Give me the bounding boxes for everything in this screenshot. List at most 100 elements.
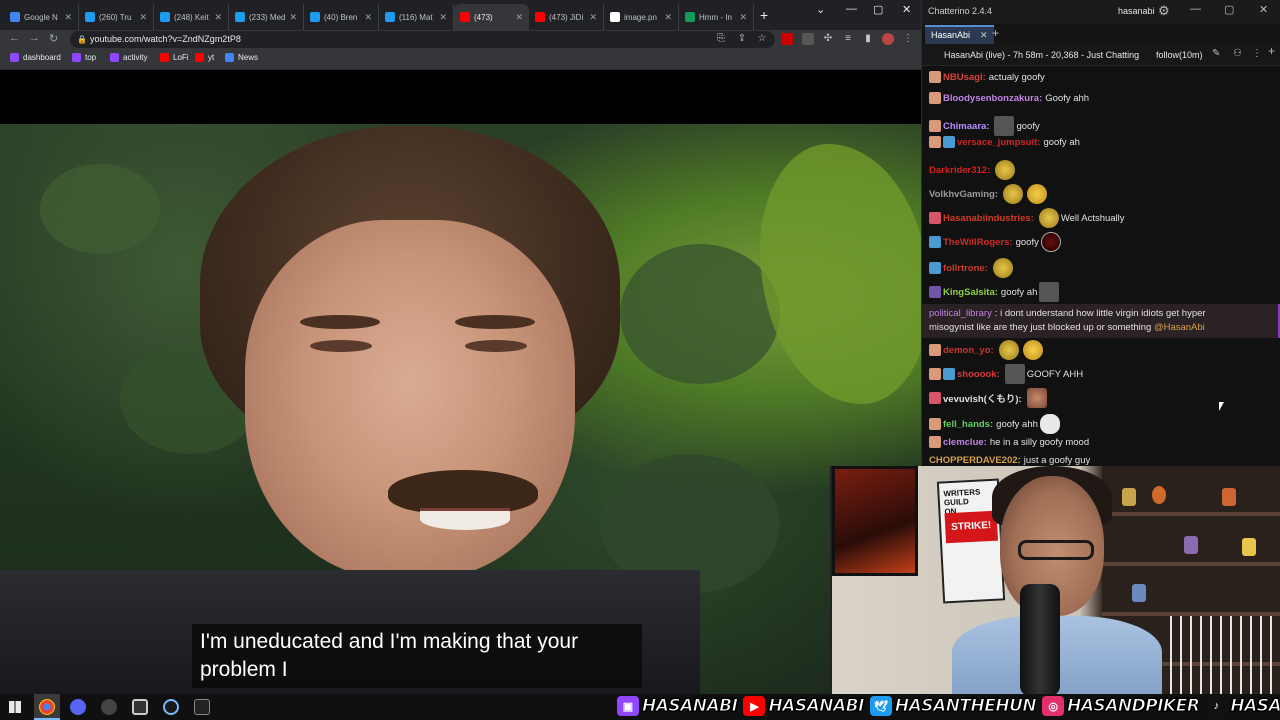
chat-message[interactable]: KingSalsita: goofy ah <box>929 282 1061 302</box>
close-tab-icon[interactable]: ✕ <box>980 30 988 40</box>
close-window-icon[interactable]: ✕ <box>1259 3 1268 16</box>
chat-message[interactable]: NBUsagi: actualy goofy <box>929 71 1045 83</box>
emote-icon[interactable] <box>1026 184 1047 204</box>
username[interactable]: demon_yo: <box>943 345 994 356</box>
chat-badge-icon[interactable] <box>929 368 941 380</box>
close-window-icon[interactable]: ✕ <box>902 3 911 16</box>
extension-icon[interactable] <box>802 33 814 45</box>
bookmark-item[interactable]: yt <box>195 53 214 62</box>
username[interactable]: Darkrider312: <box>929 165 990 176</box>
username[interactable]: KingSalsita: <box>943 287 998 298</box>
chat-message[interactable]: vevuvish(くもり): <box>929 388 1049 408</box>
chat-message[interactable]: follrtrone: <box>929 258 1015 278</box>
chat-message[interactable]: demon_yo: <box>929 340 1045 360</box>
chat-message[interactable]: TheWillRogers: goofy <box>929 232 1063 252</box>
reload-icon[interactable]: ↻ <box>49 32 58 45</box>
chat-badge-icon[interactable] <box>929 136 941 148</box>
new-tab-button[interactable]: + <box>760 7 768 23</box>
chat-badge-icon[interactable] <box>943 368 955 380</box>
emote-icon[interactable] <box>1022 340 1043 360</box>
extensions-puzzle-icon[interactable]: ✣ <box>822 33 834 45</box>
close-tab-icon[interactable]: ✕ <box>64 12 72 23</box>
chat-badge-icon[interactable] <box>929 418 941 430</box>
chat-badge-icon[interactable] <box>929 92 941 104</box>
chat-badge-icon[interactable] <box>929 262 941 274</box>
close-tab-icon[interactable]: ✕ <box>289 12 297 23</box>
mention[interactable]: @HasanAbi <box>1154 322 1205 333</box>
emote-icon[interactable] <box>1004 364 1025 384</box>
emote-icon[interactable] <box>994 116 1015 136</box>
extension-icon[interactable] <box>781 33 793 45</box>
emote-icon[interactable] <box>1002 184 1023 204</box>
chat-badge-icon[interactable] <box>929 71 941 83</box>
browser-tab[interactable]: image.pn ✕ <box>604 4 679 30</box>
chat-badge-icon[interactable] <box>929 436 941 448</box>
emote-icon[interactable] <box>1039 282 1060 302</box>
emote-icon[interactable] <box>1038 208 1059 228</box>
username[interactable]: Bloodysenbonzakura: <box>943 93 1042 104</box>
gear-icon[interactable]: ⚙ <box>1158 3 1170 19</box>
discord-icon[interactable] <box>70 699 86 715</box>
back-icon[interactable]: ← <box>9 32 20 44</box>
account-name[interactable]: hasanabi <box>1118 6 1155 16</box>
minimize-icon[interactable]: — <box>1190 3 1201 15</box>
close-tab-icon[interactable]: ✕ <box>439 12 447 23</box>
chat-badge-icon[interactable] <box>929 236 941 248</box>
chat-message[interactable]: Darkrider312: <box>929 160 1017 180</box>
chat-badge-icon[interactable] <box>929 286 941 298</box>
edit-icon[interactable]: ✎ <box>1212 48 1220 59</box>
moderation-icon[interactable]: ⚇ <box>1233 48 1242 59</box>
chat-message[interactable]: CHOPPERDAVE202: just a goofy guy <box>929 455 1090 466</box>
chatterino-icon[interactable] <box>163 699 179 715</box>
media-control-icon[interactable]: ≡ <box>842 33 854 45</box>
browser-tab[interactable]: (248) Keit ✕ <box>154 4 229 30</box>
browser-tab[interactable]: (260) Tru ✕ <box>79 4 154 30</box>
username[interactable]: vevuvish(くもり): <box>943 391 1022 405</box>
maximize-icon[interactable]: ▢ <box>873 3 883 16</box>
username[interactable]: political_library <box>929 308 992 319</box>
close-tab-icon[interactable]: ✕ <box>515 12 523 23</box>
emote-icon[interactable] <box>1040 232 1061 252</box>
bookmark-item[interactable]: News <box>225 53 258 62</box>
chrome-menu-icon[interactable]: ⋮ <box>902 33 914 45</box>
bookmark-item[interactable]: LoFi <box>160 53 189 62</box>
follow-mode[interactable]: follow(10m) <box>1156 50 1203 60</box>
browser-tab[interactable]: Google N ✕ <box>4 4 79 30</box>
chat-messages[interactable]: political_library: i dont understand how… <box>922 66 1280 466</box>
username[interactable]: Hasanabiindustries: <box>943 213 1034 224</box>
username[interactable]: shooook: <box>957 369 1000 380</box>
chat-message[interactable]: versace_jumpsuit: goofy ah <box>929 136 1080 148</box>
emote-icon[interactable] <box>992 258 1013 278</box>
browser-tab[interactable]: Hmm - In ✕ <box>679 4 754 30</box>
username[interactable]: TheWillRogers: <box>943 237 1013 248</box>
chat-message[interactable]: VolkhvGaming: <box>929 184 1049 204</box>
chat-badge-icon[interactable] <box>929 344 941 356</box>
app-icon[interactable] <box>132 699 148 715</box>
tab-hasanabi[interactable]: HasanAbi ✕ <box>925 25 994 44</box>
username[interactable]: NBUsagi: <box>943 72 986 83</box>
chat-badge-icon[interactable] <box>943 136 955 148</box>
more-icon[interactable]: ⋮ <box>1252 48 1262 59</box>
browser-tab[interactable]: (40) Bren ✕ <box>304 4 379 30</box>
chat-message[interactable]: fell_hands: goofy ahh <box>929 414 1062 434</box>
username[interactable]: fell_hands: <box>943 419 993 430</box>
chat-message[interactable]: Chimaara: goofy <box>929 116 1040 136</box>
chat-badge-icon[interactable] <box>929 392 941 404</box>
username[interactable]: clemclue: <box>943 437 987 448</box>
cast-icon[interactable]: ⎘ <box>715 33 727 45</box>
bookmark-item[interactable]: top <box>72 53 96 62</box>
close-tab-icon[interactable]: ✕ <box>364 12 372 23</box>
username[interactable]: CHOPPERDAVE202: <box>929 455 1021 466</box>
chat-badge-icon[interactable] <box>929 120 941 132</box>
chat-badge-icon[interactable] <box>929 212 941 224</box>
chat-message[interactable]: Hasanabiindustries: Well Actshually <box>929 208 1125 228</box>
username[interactable]: Chimaara: <box>943 121 989 132</box>
close-tab-icon[interactable]: ✕ <box>214 12 222 23</box>
username[interactable]: versace_jumpsuit: <box>957 137 1040 148</box>
address-bar[interactable]: 🔒 youtube.com/watch?v=ZndNZgm2tP8 <box>70 31 775 48</box>
video-player[interactable]: I'm uneducated and I'm making that your … <box>0 70 921 694</box>
browser-tab[interactable]: (473) JiDi ✕ <box>529 4 604 30</box>
bookmark-item[interactable]: activity <box>110 53 147 62</box>
profile-avatar[interactable] <box>882 33 894 45</box>
browser-tab[interactable]: (233) Med ✕ <box>229 4 304 30</box>
